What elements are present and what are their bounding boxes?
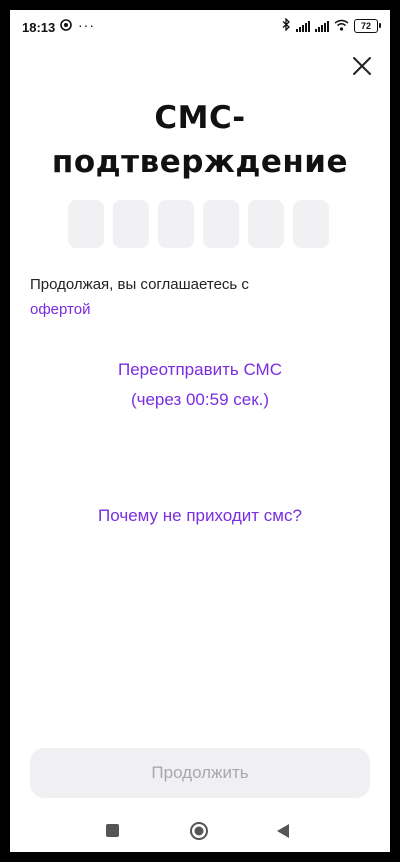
system-nav-bar bbox=[10, 810, 390, 852]
page-title-line2: подтверждение bbox=[51, 144, 349, 180]
code-digit-4[interactable] bbox=[203, 200, 239, 248]
sms-code-input[interactable] bbox=[68, 200, 329, 248]
back-triangle-icon bbox=[277, 824, 289, 838]
home-circle-icon bbox=[190, 822, 208, 840]
more-notifications-icon: ··· bbox=[78, 17, 95, 33]
code-digit-5[interactable] bbox=[248, 200, 284, 248]
page-title-line1: СМС- bbox=[154, 100, 246, 136]
code-digit-3[interactable] bbox=[158, 200, 194, 248]
bluetooth-icon bbox=[282, 17, 291, 34]
resend-sms[interactable]: Переотправить СМС (через 00:59 сек.) bbox=[10, 355, 390, 415]
recent-apps-button[interactable] bbox=[106, 824, 119, 837]
status-icons: 72 bbox=[282, 17, 381, 34]
back-button[interactable] bbox=[276, 823, 290, 839]
sms-help-link[interactable]: Почему не приходит смс? bbox=[10, 506, 390, 526]
page-title: СМС- подтверждение bbox=[10, 96, 390, 184]
offer-link[interactable]: офертой bbox=[30, 297, 370, 322]
code-digit-6[interactable] bbox=[293, 200, 329, 248]
status-bar: 18:13 ··· 72 bbox=[10, 10, 390, 46]
wifi-icon bbox=[334, 19, 349, 34]
signal-icon bbox=[296, 20, 310, 32]
signal-icon-2 bbox=[315, 20, 329, 32]
battery-icon: 72 bbox=[354, 19, 381, 33]
app-notification-icon bbox=[60, 19, 72, 34]
status-time: 18:13 bbox=[22, 20, 56, 35]
phone-screen: 18:13 ··· 72 СМС- подтверждение Продолжа… bbox=[10, 10, 390, 852]
close-button[interactable] bbox=[348, 52, 376, 80]
close-icon bbox=[353, 57, 371, 75]
resend-label: Переотправить СМС bbox=[118, 360, 282, 379]
code-digit-1[interactable] bbox=[68, 200, 104, 248]
agreement-label: Продолжая, вы соглашаетесь с bbox=[30, 276, 249, 293]
resend-timer: (через 00:59 сек.) bbox=[130, 390, 270, 409]
agreement-text: Продолжая, вы соглашаетесь с офертой bbox=[30, 272, 370, 322]
continue-button[interactable]: Продолжить bbox=[30, 748, 370, 798]
code-digit-2[interactable] bbox=[113, 200, 149, 248]
home-button[interactable] bbox=[189, 821, 209, 841]
